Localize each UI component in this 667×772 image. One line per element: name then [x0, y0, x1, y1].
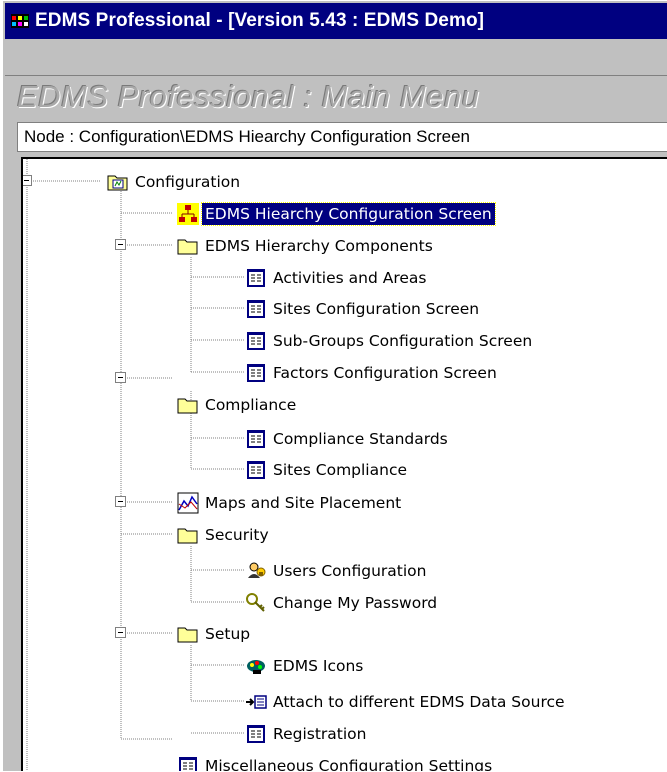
tree-node-change-password[interactable]: Change My Password — [245, 588, 440, 618]
tree-node-users-config[interactable]: Users Configuration — [245, 556, 429, 586]
window-title: EDMS Professional - [Version 5.43 : EDMS… — [35, 10, 485, 31]
tree-node-attach-source[interactable]: Attach to different EDMS Data Source — [245, 687, 568, 717]
tree-node-security[interactable]: Security — [177, 520, 272, 550]
tree-node-sites-config[interactable]: Sites Configuration Screen — [245, 294, 482, 324]
toolbar-strip — [5, 41, 667, 76]
app-icon — [11, 14, 29, 28]
tree-label-change-password: Change My Password — [273, 594, 438, 612]
node-path-field: Node : Configuration\EDMS Hiearchy Confi… — [17, 122, 667, 152]
form-icon — [247, 461, 265, 479]
tree-label-sites-compliance: Sites Compliance — [273, 461, 407, 479]
tree-label-hierarchy-config-screen: EDMS Hiearchy Configuration Screen — [201, 202, 496, 226]
tree-label-compliance: Compliance — [205, 396, 297, 414]
tree-node-activities-areas[interactable]: Activities and Areas — [245, 263, 429, 293]
tree-label-attach-source: Attach to different EDMS Data Source — [273, 693, 565, 711]
tree-label-activities-areas: Activities and Areas — [273, 269, 427, 287]
attach-datasource-icon — [246, 695, 267, 709]
tree-node-factors-config[interactable]: Factors Configuration Screen — [245, 358, 500, 388]
folder-open-icon — [107, 175, 128, 191]
tree-label-subgroups-config: Sub-Groups Configuration Screen — [273, 332, 533, 350]
tree-label-hierarchy-components: EDMS Hierarchy Components — [205, 237, 433, 255]
tree-label-sites-config: Sites Configuration Screen — [273, 300, 480, 318]
user-lock-icon — [248, 562, 266, 578]
hierarchy-icon — [177, 203, 199, 225]
tree-label-maps-placement: Maps and Site Placement — [205, 494, 402, 512]
tree-node-hierarchy-components[interactable]: EDMS Hierarchy Components — [177, 231, 436, 261]
folder-icon — [177, 627, 198, 643]
key-icon — [246, 593, 265, 612]
tree-node-maps-placement[interactable]: Maps and Site Placement — [177, 488, 404, 518]
form-icon — [247, 725, 265, 743]
form-icon — [247, 430, 265, 448]
collapse-toggle-compliance[interactable] — [115, 372, 126, 383]
tree-label-compliance-standards: Compliance Standards — [273, 430, 448, 448]
tree-node-compliance-standards[interactable]: Compliance Standards — [245, 424, 451, 454]
tree-node-setup[interactable]: Setup — [177, 619, 253, 649]
tree-node-subgroups-config[interactable]: Sub-Groups Configuration Screen — [245, 326, 535, 356]
tree-label-misc-settings: Miscellaneous Configuration Settings — [205, 757, 493, 771]
collapse-toggle-security[interactable] — [115, 496, 126, 507]
icons-palette-icon — [247, 660, 265, 674]
folder-icon — [177, 528, 198, 544]
tree-label-edms-icons: EDMS Icons — [273, 657, 364, 675]
form-icon — [247, 364, 265, 382]
collapse-toggle-configuration[interactable] — [23, 175, 32, 186]
tree-node-registration[interactable]: Registration — [245, 719, 369, 749]
form-icon — [247, 269, 265, 287]
tree-label-factors-config: Factors Configuration Screen — [273, 364, 497, 382]
tree-label-security: Security — [205, 526, 269, 544]
folder-icon — [177, 239, 198, 255]
form-icon — [179, 757, 197, 771]
tree-node-edms-icons[interactable]: EDMS Icons — [245, 651, 366, 681]
tree-label-users-config: Users Configuration — [273, 562, 427, 580]
map-chart-icon — [177, 492, 199, 514]
app-window: EDMS Professional - [Version 5.43 : EDMS… — [2, 0, 667, 771]
tree-node-hierarchy-config-screen[interactable]: EDMS Hiearchy Configuration Screen — [177, 199, 496, 229]
collapse-toggle-setup[interactable] — [115, 627, 126, 638]
tree-label-setup: Setup — [205, 625, 251, 643]
tree-label-configuration: Configuration — [135, 173, 241, 191]
tree-node-misc-settings[interactable]: Miscellaneous Configuration Settings — [177, 751, 495, 771]
form-icon — [247, 300, 265, 318]
tree-node-sites-compliance[interactable]: Sites Compliance — [245, 455, 410, 485]
main-menu-heading: EDMS Professional : Main Menu — [17, 79, 480, 114]
folder-icon — [177, 398, 198, 414]
tree-node-configuration[interactable]: Configuration — [107, 167, 243, 197]
collapse-toggle-hierarchy-components[interactable] — [115, 239, 126, 250]
form-icon — [247, 332, 265, 350]
title-bar[interactable]: EDMS Professional - [Version 5.43 : EDMS… — [5, 3, 667, 39]
config-tree[interactable]: Configuration EDMS Hiearchy Configuratio… — [21, 157, 667, 771]
tree-label-registration: Registration — [273, 725, 367, 743]
tree-node-compliance[interactable]: Compliance — [177, 390, 299, 420]
